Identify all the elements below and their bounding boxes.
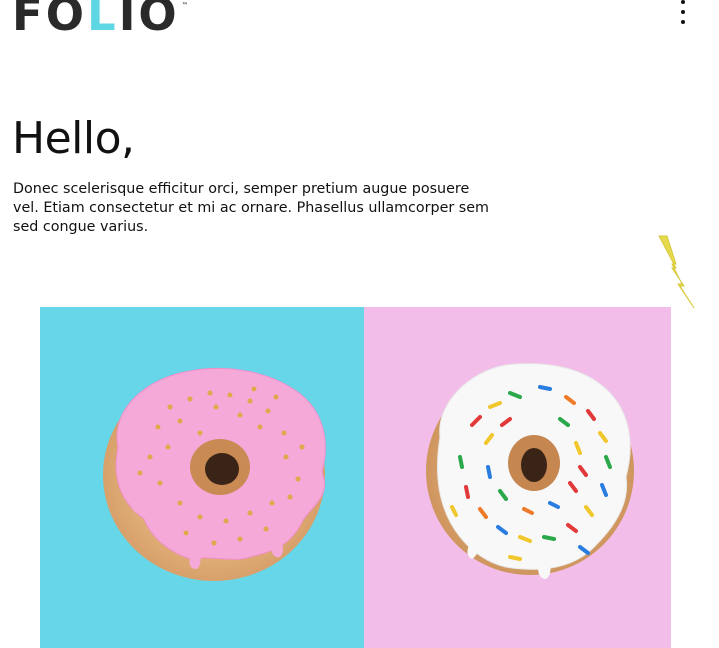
trademark-symbol: ™ [181,2,188,9]
lightning-bolt-icon [658,235,695,309]
pink-frosted-donut [103,367,326,581]
menu-dot [681,10,685,14]
two-donuts-photo [40,307,671,648]
logo-text-end: IO [118,0,180,41]
vertical-dots-icon[interactable] [678,0,688,24]
intro-paragraph: Donec scelerisque efficitur orci, semper… [13,181,489,235]
donuts-image [40,307,671,648]
logo-wordmark: FO L IO [12,0,180,37]
logo-accent-letter: L [87,0,119,41]
page-heading: Hello, [12,113,135,164]
menu-dot [681,0,685,4]
menu-dot [681,20,685,24]
logo-text-start: FO [12,0,87,41]
page: FO L IO ™ Hello, Donec scelerisque efficit… [0,0,719,648]
logo[interactable]: FO L IO ™ [12,0,188,37]
